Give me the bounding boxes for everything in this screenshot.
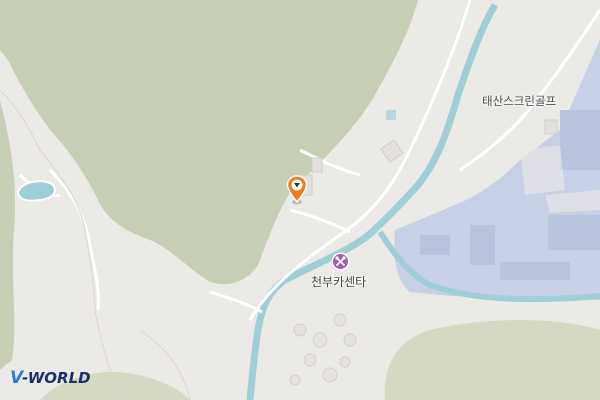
land-patch bbox=[520, 145, 565, 195]
forest-area-southeast bbox=[384, 320, 600, 400]
place-label-golf[interactable]: 태산스크린골프 bbox=[482, 93, 556, 109]
building-block bbox=[420, 235, 450, 255]
forest-area-left bbox=[0, 100, 16, 370]
building-block bbox=[560, 110, 600, 170]
building-block bbox=[500, 262, 570, 280]
map-canvas[interactable]: 태산스크린골프 천부카센타 V -WORLD bbox=[0, 0, 600, 400]
house bbox=[333, 313, 347, 327]
road bbox=[209, 290, 263, 314]
road bbox=[48, 168, 100, 311]
car-repair-icon[interactable] bbox=[333, 254, 348, 269]
pond bbox=[16, 180, 56, 202]
logo-v: V bbox=[10, 368, 23, 388]
place-label-car-center[interactable]: 천부카센타 bbox=[311, 273, 366, 290]
building bbox=[544, 119, 558, 135]
vworld-logo[interactable]: V -WORLD bbox=[10, 366, 91, 390]
house bbox=[293, 323, 307, 337]
logo-text: -WORLD bbox=[22, 369, 91, 387]
house bbox=[303, 353, 317, 367]
house bbox=[322, 367, 338, 383]
location-pin-icon[interactable] bbox=[286, 174, 308, 206]
road bbox=[289, 208, 351, 234]
house bbox=[339, 356, 351, 368]
house bbox=[289, 374, 301, 386]
building-block bbox=[548, 215, 600, 250]
house bbox=[312, 332, 328, 348]
building-block bbox=[470, 225, 495, 265]
building-water bbox=[386, 110, 396, 120]
building bbox=[380, 139, 404, 163]
house bbox=[343, 333, 357, 347]
building bbox=[311, 157, 323, 173]
